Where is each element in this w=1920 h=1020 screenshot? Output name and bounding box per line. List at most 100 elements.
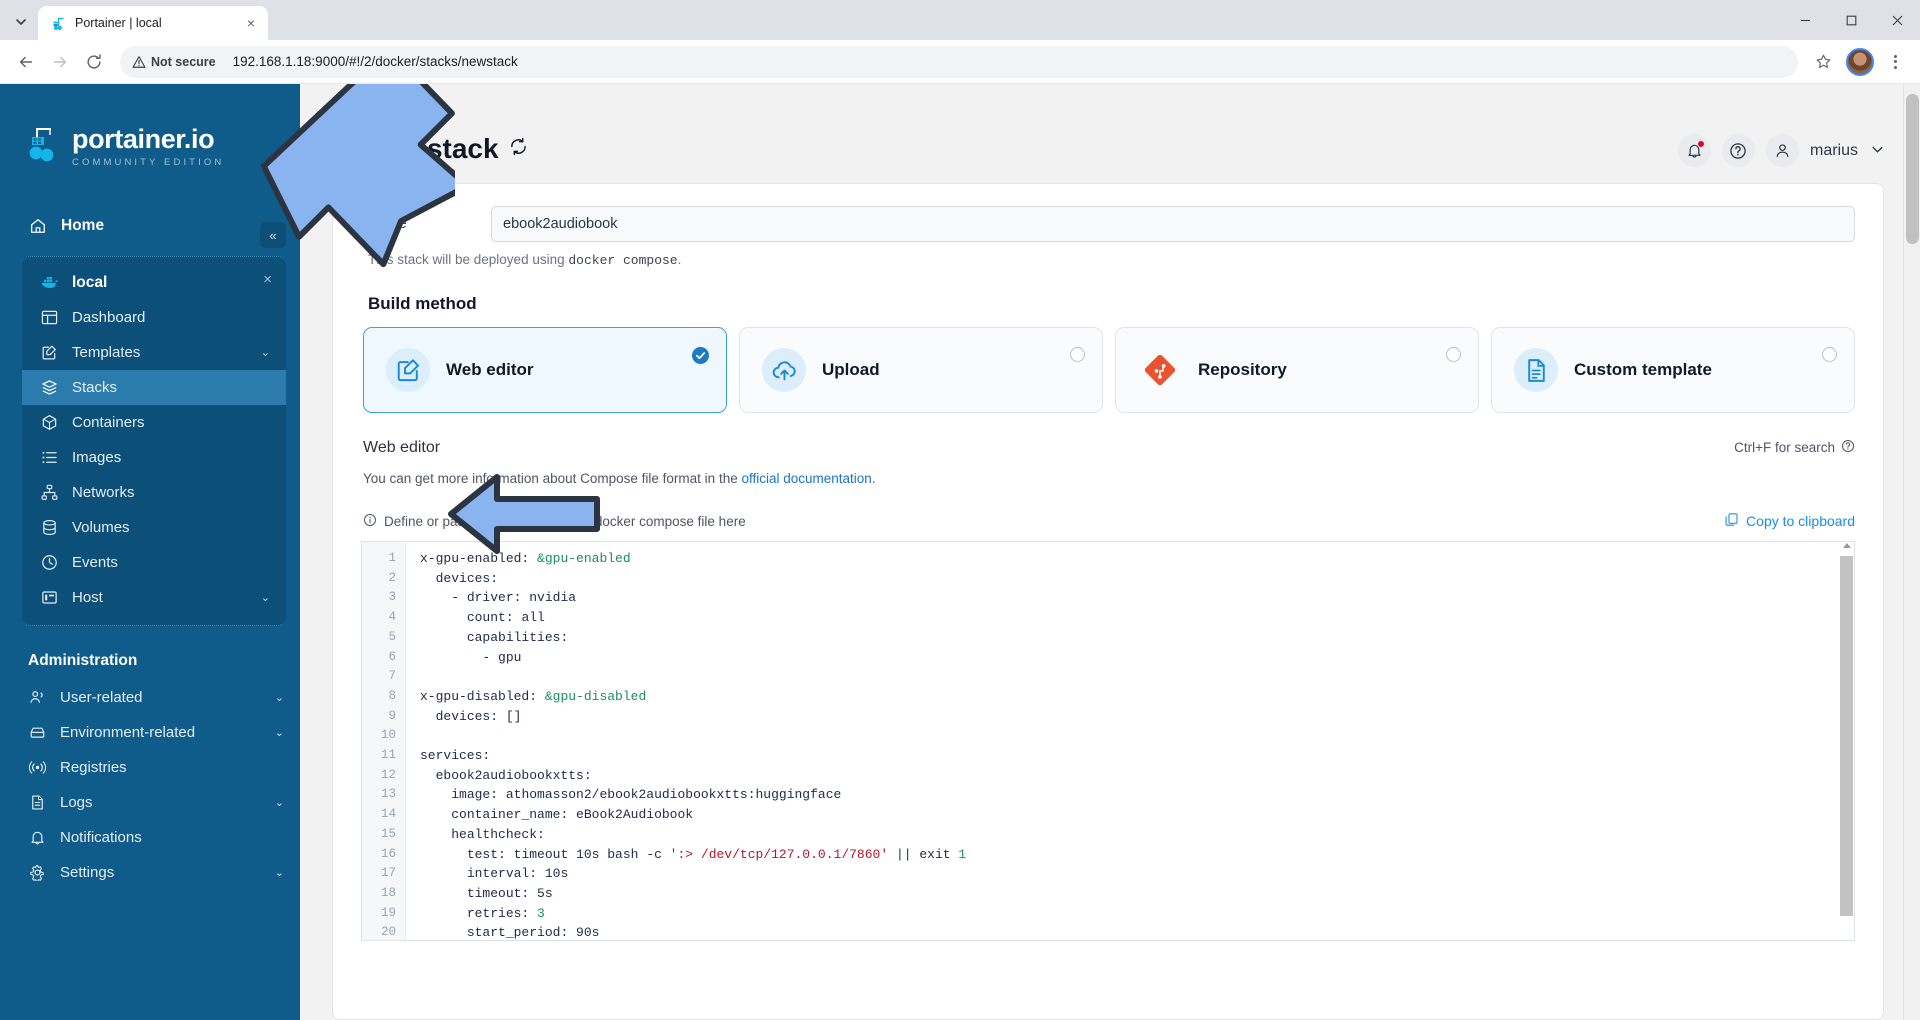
window-close-button[interactable] xyxy=(1874,0,1920,40)
registries-broadcast-icon xyxy=(28,758,47,777)
sidebar-item-logs[interactable]: Logs ⌄ xyxy=(10,785,300,820)
line-number: 2 xyxy=(388,570,396,585)
help-question-icon[interactable] xyxy=(1841,439,1855,456)
build-method-radio-checked[interactable] xyxy=(692,347,709,364)
forward-button[interactable] xyxy=(44,46,76,78)
sidebar-item-home[interactable]: Home xyxy=(0,207,300,244)
reload-button[interactable] xyxy=(78,46,110,78)
code-text-area[interactable]: x-gpu-enabled: &gpu-enabled devices: - d… xyxy=(406,542,1854,940)
user-avatar-button[interactable] xyxy=(1765,134,1799,167)
profile-avatar-icon[interactable] xyxy=(1846,47,1874,76)
sidebar-item-label: Networks xyxy=(72,484,135,501)
window-maximize-button[interactable] xyxy=(1828,0,1874,40)
sidebar-item-images[interactable]: Images xyxy=(22,440,286,475)
chevron-down-icon[interactable]: ⌄ xyxy=(275,726,284,739)
chevron-down-icon[interactable]: ⌄ xyxy=(275,796,284,809)
info-circle-icon xyxy=(363,513,377,530)
chevron-down-icon[interactable]: ⌄ xyxy=(261,346,270,359)
portainer-crane-logo-icon xyxy=(28,126,62,173)
sidebar-item-notifications[interactable]: Notifications xyxy=(10,820,300,855)
volumes-database-icon xyxy=(40,518,59,537)
sidebar-item-networks[interactable]: Networks xyxy=(22,475,286,510)
sidebar-item-label: Templates xyxy=(72,344,141,361)
back-button[interactable] xyxy=(10,46,42,78)
tab-close-icon[interactable]: × xyxy=(242,14,260,32)
sidebar-item-templates[interactable]: Templates ⌄ xyxy=(22,335,286,370)
environment-box-icon xyxy=(28,723,47,742)
deploy-hint-text: This stack will be deployed using xyxy=(368,252,565,267)
sidebar-item-containers[interactable]: Containers xyxy=(22,405,286,440)
breadcrumb-root-link[interactable]: Stacks xyxy=(332,106,371,121)
browser-window: Portainer | local × Not secure 192.168.1… xyxy=(0,0,1920,1020)
sidebar-item-label: Registries xyxy=(60,759,127,776)
deploy-hint-code: docker compose xyxy=(568,253,678,268)
help-button[interactable] xyxy=(1721,134,1755,167)
code-line: x-gpu-disabled: &gpu-disabled xyxy=(420,688,647,704)
sidebar-item-host[interactable]: Host ⌄ xyxy=(22,580,286,615)
tab-search-icon[interactable] xyxy=(4,7,38,37)
sidebar-item-settings[interactable]: Settings ⌄ xyxy=(10,855,300,890)
sidebar-item-events[interactable]: Events xyxy=(22,545,286,580)
browser-tabstrip: Portainer | local × xyxy=(0,0,1920,40)
portainer-logo: portainer.io COMMUNITY EDITION xyxy=(0,86,300,207)
stack-name-row: Name xyxy=(361,206,1855,242)
build-method-options: Web editor Upload Repository Custom temp… xyxy=(361,327,1855,413)
browser-menu-icon[interactable] xyxy=(1880,47,1910,77)
code-line: - driver: nvidia xyxy=(420,590,577,606)
line-number: 11 xyxy=(380,748,396,763)
line-number: 13 xyxy=(380,787,396,802)
build-method-custom-template[interactable]: Custom template xyxy=(1491,327,1855,413)
sidebar-collapse-button[interactable]: « xyxy=(260,222,286,248)
compose-code-editor[interactable]: 1 2 3 4 5 6 7 8 9 10 11 12 13 14 15 16 17 18 19 20 x-gpu-en… xyxy=(361,541,1855,941)
code-line: - gpu xyxy=(420,649,522,665)
environment-close-icon[interactable]: × xyxy=(263,271,272,288)
sidebar-environment-header[interactable]: local xyxy=(22,265,286,300)
sidebar-item-label: Notifications xyxy=(60,829,142,846)
sidebar-item-stacks[interactable]: Stacks xyxy=(22,370,286,405)
build-method-label: Repository xyxy=(1198,360,1287,379)
build-method-upload[interactable]: Upload xyxy=(739,327,1103,413)
official-documentation-link[interactable]: official documentation xyxy=(741,471,871,486)
user-name-label[interactable]: marius xyxy=(1810,142,1858,160)
address-bar[interactable]: Not secure 192.168.1.18:9000/#!/2/docker… xyxy=(120,45,1798,78)
sidebar-item-user-related[interactable]: User-related ⌄ xyxy=(10,680,300,715)
security-indicator[interactable]: Not secure xyxy=(132,55,225,69)
build-method-radio[interactable] xyxy=(1446,347,1461,362)
scroll-up-arrow-icon[interactable] xyxy=(1843,543,1851,548)
gear-icon xyxy=(28,863,47,882)
build-method-radio[interactable] xyxy=(1822,347,1837,362)
build-method-repository[interactable]: Repository xyxy=(1115,327,1479,413)
breadcrumb-current[interactable]: Add stack xyxy=(389,106,446,121)
sidebar-item-dashboard[interactable]: Dashboard xyxy=(22,300,286,335)
page-scrollbar[interactable] xyxy=(1903,84,1920,1020)
code-line: interval: 10s xyxy=(466,866,569,882)
build-method-radio[interactable] xyxy=(1070,347,1085,362)
chevron-down-icon[interactable]: ⌄ xyxy=(275,691,284,704)
refresh-icon[interactable] xyxy=(509,137,528,162)
notifications-button[interactable] xyxy=(1677,134,1711,167)
images-list-icon xyxy=(40,448,59,467)
sidebar-item-environment-related[interactable]: Environment-related ⌄ xyxy=(10,715,300,750)
main-content: Stacks > Add stack Create stack marius N… xyxy=(300,84,1920,1020)
chevron-down-icon[interactable]: ⌄ xyxy=(275,866,284,879)
copy-to-clipboard-button[interactable]: Copy to clipboard xyxy=(1724,512,1855,530)
line-number: 20 xyxy=(380,925,396,940)
editor-scrollbar[interactable] xyxy=(1839,542,1854,940)
window-minimize-button[interactable] xyxy=(1782,0,1828,40)
build-method-web-editor[interactable]: Web editor xyxy=(363,327,727,413)
sidebar-item-volumes[interactable]: Volumes xyxy=(22,510,286,545)
sidebar-item-label: Environment-related xyxy=(60,724,196,741)
chevron-down-icon[interactable]: ⌄ xyxy=(261,591,270,604)
scrollbar-thumb[interactable] xyxy=(1840,556,1853,916)
stack-name-input[interactable] xyxy=(491,206,1855,242)
build-method-label: Web editor xyxy=(446,360,534,379)
deploy-hint-period: . xyxy=(677,252,682,267)
browser-tab[interactable]: Portainer | local × xyxy=(38,6,268,40)
web-editor-pencil-icon xyxy=(386,348,430,392)
chevron-down-icon[interactable] xyxy=(1871,143,1884,159)
page-scrollbar-thumb[interactable] xyxy=(1906,94,1919,244)
logo-title: portainer.io xyxy=(72,124,215,154)
bookmark-star-icon[interactable] xyxy=(1808,47,1838,77)
code-line: services: xyxy=(420,748,491,764)
sidebar-item-registries[interactable]: Registries xyxy=(10,750,300,785)
